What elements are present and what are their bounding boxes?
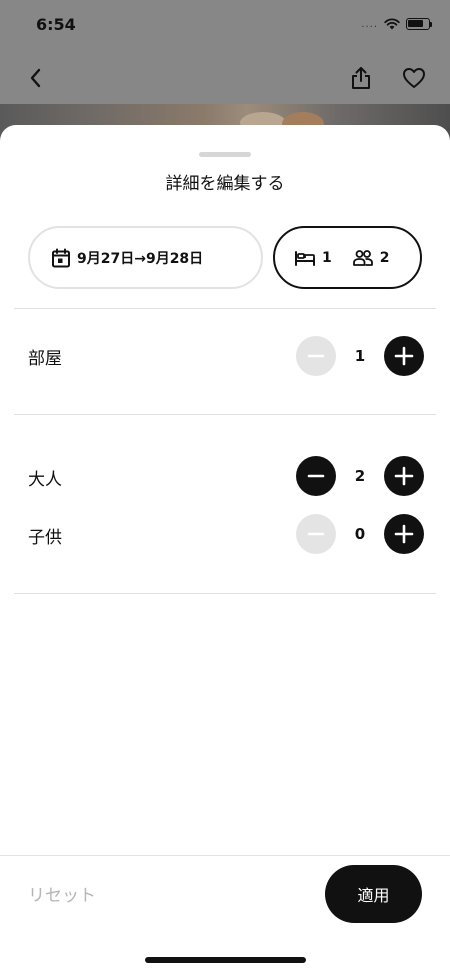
children-plus-button[interactable] <box>384 514 424 554</box>
adults-plus-button[interactable] <box>384 456 424 496</box>
plus-icon <box>394 346 414 366</box>
status-icons: .... <box>361 18 432 30</box>
children-value: 0 <box>354 525 366 543</box>
minus-icon <box>307 474 325 478</box>
sheet-title: 詳細を編集する <box>165 174 285 194</box>
plus-icon <box>394 466 414 486</box>
chevron-left-icon <box>30 68 41 88</box>
adults-minus-button[interactable] <box>296 456 336 496</box>
favorite-button[interactable] <box>397 61 431 95</box>
adults-label: 大人 <box>28 470 62 490</box>
guests-count: 2 <box>379 249 390 266</box>
minus-icon <box>307 532 325 536</box>
minus-icon <box>307 354 325 358</box>
bed-icon <box>295 250 315 266</box>
apply-button[interactable]: 適用 <box>325 865 422 923</box>
children-minus-button[interactable] <box>296 514 336 554</box>
status-time: 6:54 <box>36 15 76 34</box>
plus-icon <box>394 524 414 544</box>
footer-divider <box>0 855 450 856</box>
battery-body <box>406 18 430 30</box>
share-button[interactable] <box>344 61 378 95</box>
calendar-icon <box>52 248 70 267</box>
children-stepper: 0 <box>296 514 424 554</box>
home-indicator <box>145 957 306 963</box>
divider <box>14 414 436 415</box>
battery-icon <box>406 18 432 30</box>
divider <box>14 308 436 309</box>
rooms-value: 1 <box>354 347 366 365</box>
rooms-minus-button[interactable] <box>296 336 336 376</box>
edit-details-sheet: 詳細を編集する 9月27日→9月28日 1 2 部屋 1 大人 2 子供 0 リ… <box>0 125 450 972</box>
signal-icon: .... <box>361 18 378 30</box>
heart-icon <box>403 68 425 88</box>
dates-pill[interactable]: 9月27日→9月28日 <box>28 226 263 289</box>
reset-button[interactable]: リセット <box>28 881 96 906</box>
divider <box>14 593 436 594</box>
people-icon <box>352 249 373 266</box>
rooms-stepper: 1 <box>296 336 424 376</box>
back-button[interactable] <box>19 61 53 95</box>
rooms-plus-button[interactable] <box>384 336 424 376</box>
share-icon <box>352 67 370 89</box>
adults-value: 2 <box>354 467 366 485</box>
guests-pill[interactable]: 1 2 <box>273 226 422 289</box>
battery-nub <box>430 21 432 27</box>
adults-stepper: 2 <box>296 456 424 496</box>
rooms-label: 部屋 <box>28 349 62 369</box>
rooms-count: 1 <box>322 249 332 266</box>
wifi-icon <box>384 18 400 30</box>
dates-label: 9月27日→9月28日 <box>77 250 204 267</box>
children-label: 子供 <box>28 528 62 548</box>
nav-bar <box>0 55 450 101</box>
sheet-grabber[interactable] <box>199 152 251 157</box>
status-bar: 6:54 .... <box>0 0 450 50</box>
